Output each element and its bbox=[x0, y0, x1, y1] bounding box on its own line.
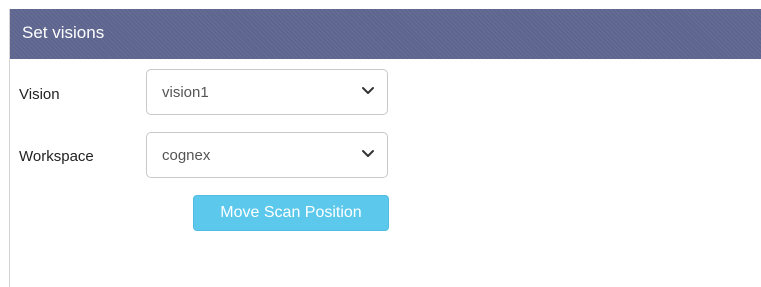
workspace-select-value: cognex bbox=[162, 147, 211, 164]
panel-title: Set visions bbox=[22, 23, 105, 42]
move-scan-position-button[interactable]: Move Scan Position bbox=[193, 195, 389, 231]
workspace-select[interactable]: cognex bbox=[146, 132, 388, 178]
set-visions-panel: Set visions Vision vision1 Workspace cog… bbox=[9, 9, 761, 287]
workspace-label: Workspace bbox=[19, 148, 94, 165]
vision-label: Vision bbox=[19, 86, 60, 103]
vision-select-value: vision1 bbox=[162, 84, 209, 101]
vision-select[interactable]: vision1 bbox=[146, 69, 388, 115]
panel-header: Set visions bbox=[10, 9, 761, 59]
chevron-down-icon bbox=[362, 87, 374, 94]
chevron-down-icon bbox=[362, 150, 374, 157]
